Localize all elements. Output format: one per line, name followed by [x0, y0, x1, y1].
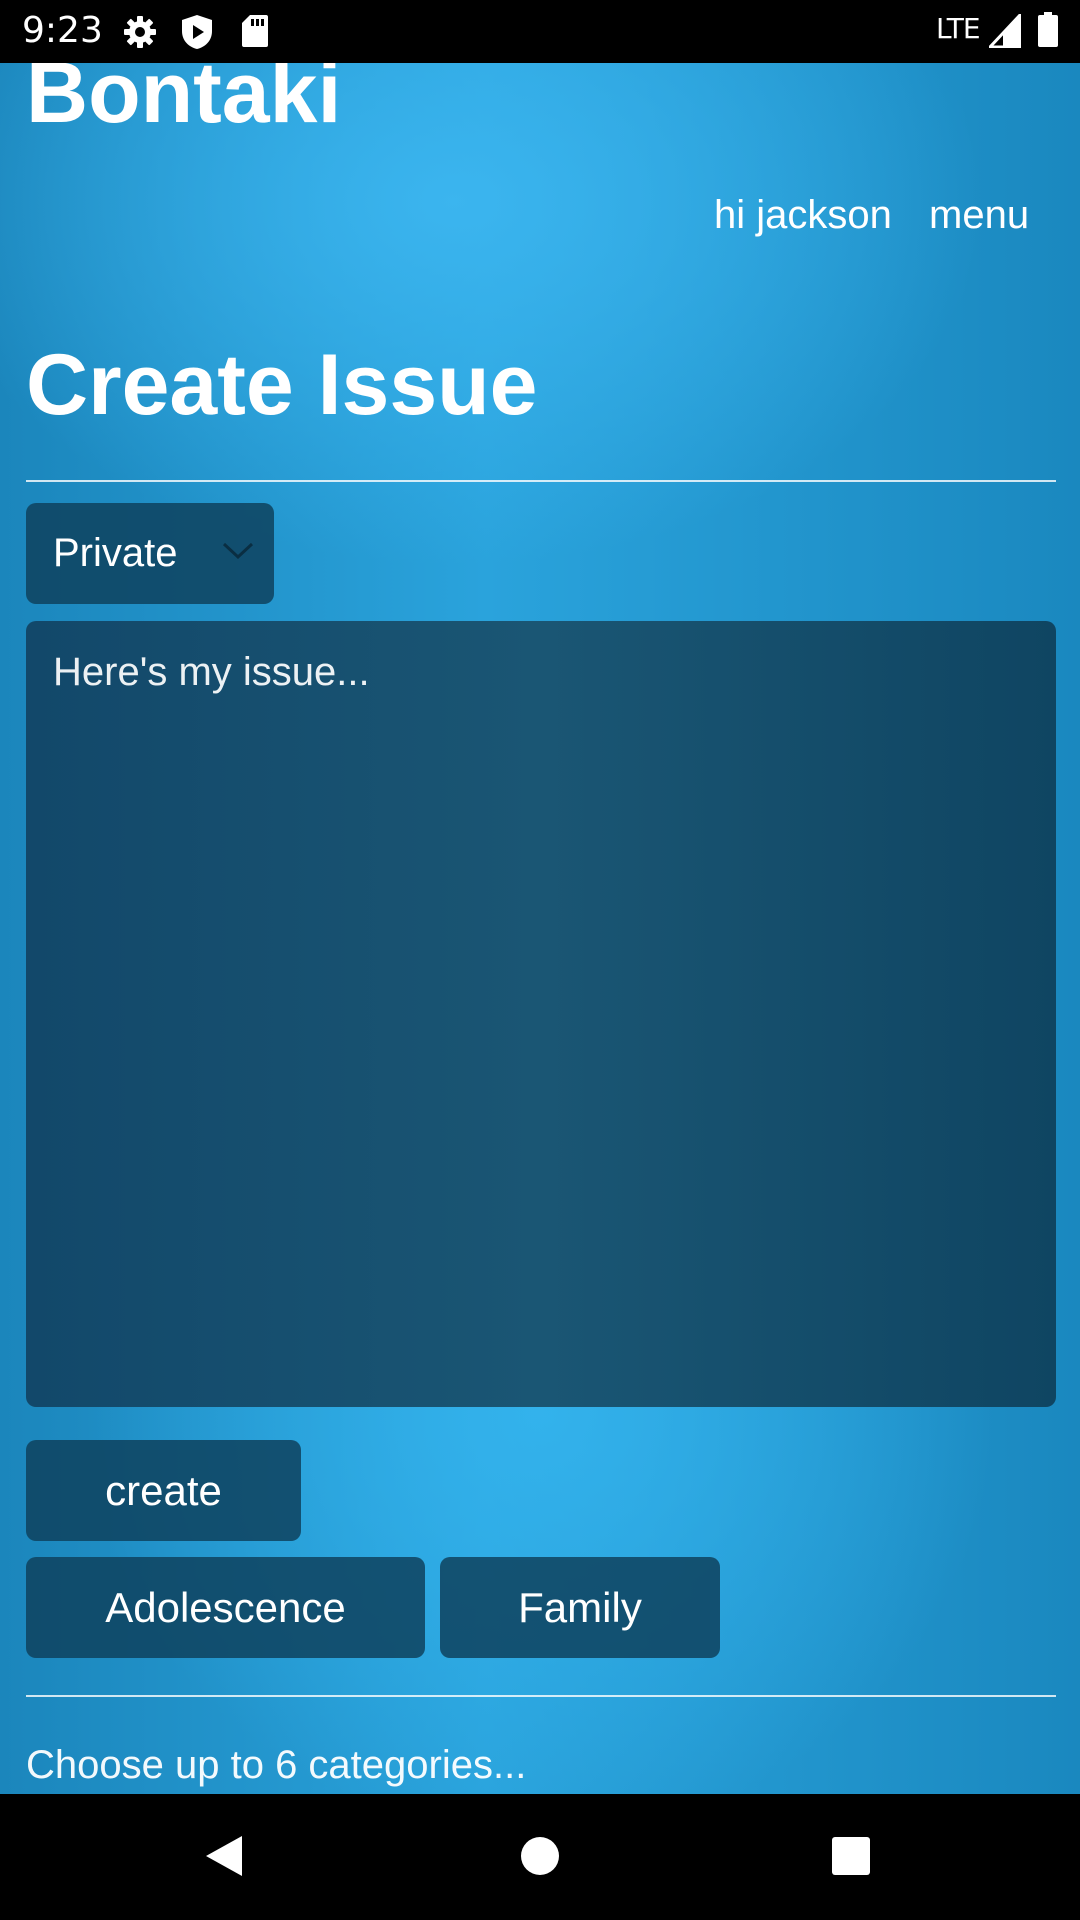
status-time: 9:23	[22, 10, 103, 51]
visibility-select[interactable]: Private	[26, 503, 274, 604]
divider-bottom	[26, 1695, 1056, 1697]
category-button-adolescence[interactable]: Adolescence	[26, 1557, 425, 1658]
issue-textarea-placeholder: Here's my issue...	[53, 650, 370, 694]
brand-logo[interactable]: Bontaki	[26, 63, 341, 143]
category-button-family[interactable]: Family	[440, 1557, 720, 1658]
menu-link[interactable]: menu	[929, 190, 1029, 240]
navigation-bar	[0, 1794, 1080, 1920]
status-bar: 9:23 LTE	[0, 0, 1080, 63]
recents-icon[interactable]	[831, 1836, 871, 1881]
battery-icon	[1037, 12, 1059, 53]
issue-textarea[interactable]: Here's my issue...	[26, 621, 1056, 1407]
page-title: Create Issue	[26, 337, 538, 433]
home-icon[interactable]	[520, 1836, 560, 1881]
create-button[interactable]: create	[26, 1440, 301, 1541]
shield-play-icon	[180, 14, 214, 55]
categories-hint: Choose up to 6 categories...	[26, 1743, 527, 1787]
settings-icon	[122, 14, 158, 55]
visibility-select-value: Private	[53, 531, 178, 575]
network-type: LTE	[936, 12, 981, 45]
chevron-down-icon	[222, 541, 254, 566]
back-icon[interactable]	[204, 1834, 244, 1883]
sd-card-icon	[241, 14, 269, 53]
divider-top	[26, 480, 1056, 482]
user-greeting[interactable]: hi jackson	[714, 190, 892, 240]
app-screen: Bontaki hi jackson menu Create Issue Pri…	[0, 63, 1080, 1794]
signal-icon	[986, 11, 1022, 53]
